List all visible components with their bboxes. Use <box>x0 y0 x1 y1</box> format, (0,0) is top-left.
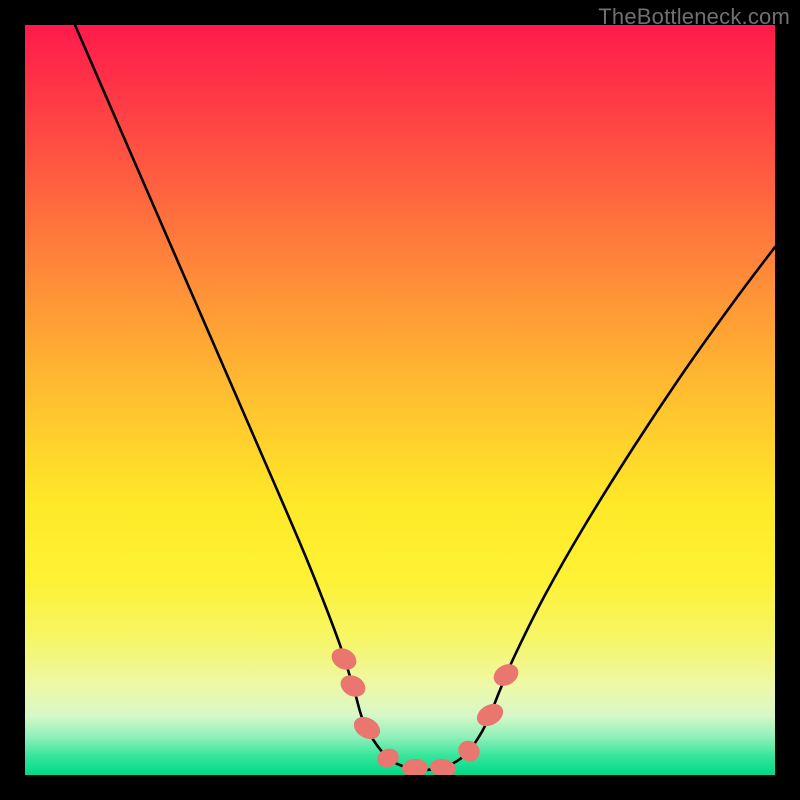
marker-bottom-2 <box>401 758 428 775</box>
markers-group <box>328 644 522 775</box>
marker-right-upper <box>490 660 523 690</box>
chart-svg <box>25 25 775 775</box>
curve-right-curve <box>425 247 775 770</box>
marker-bottom-3 <box>429 757 457 775</box>
marker-left-upper-1 <box>328 644 360 674</box>
curve-left-curve <box>75 25 425 770</box>
plot-area <box>25 25 775 775</box>
marker-left-lower <box>350 712 384 743</box>
marker-left-upper-2 <box>337 671 369 701</box>
watermark-text: TheBottleneck.com <box>598 4 790 30</box>
chart-frame: TheBottleneck.com <box>0 0 800 800</box>
marker-right-lower <box>473 699 507 730</box>
curves-group <box>75 25 775 770</box>
